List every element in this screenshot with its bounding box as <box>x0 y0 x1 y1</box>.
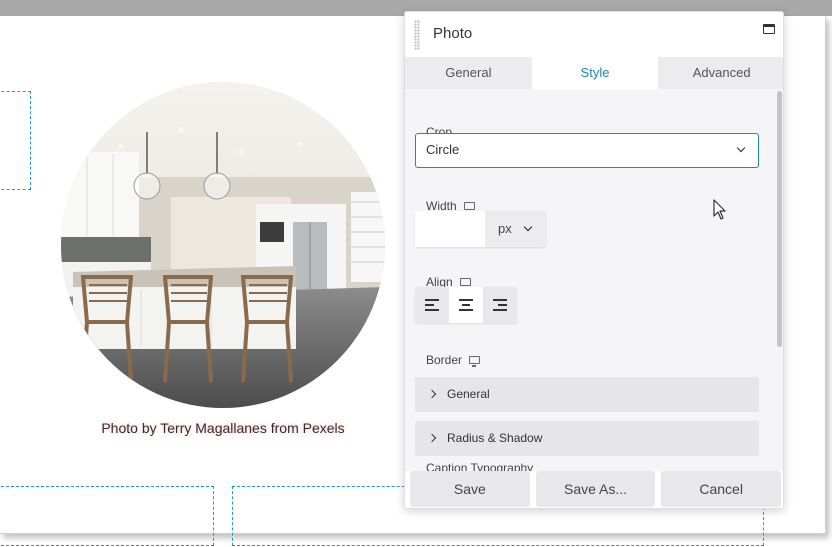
panel-body: Crop Circle Width px Align Border Genera… <box>405 89 783 471</box>
save-as-button[interactable]: Save As... <box>535 471 656 507</box>
crop-select-value: Circle <box>426 142 460 157</box>
tab-style[interactable]: Style <box>531 57 659 89</box>
align-button-group <box>415 287 517 323</box>
width-unit-value: px <box>498 221 512 236</box>
crop-select[interactable]: Circle <box>415 133 759 168</box>
kitchen-photo-illustration <box>61 82 385 408</box>
border-label: Border <box>426 353 463 367</box>
module-outline-bottom-left[interactable] <box>0 486 214 546</box>
module-outline-left[interactable] <box>0 91 31 190</box>
chevron-down-icon <box>523 222 533 232</box>
tab-advanced[interactable]: Advanced <box>658 57 783 89</box>
panel-title: Photo <box>433 25 473 42</box>
photo-caption: Photo by Terry Magallanes from Pexels <box>101 420 345 436</box>
section-radius-shadow[interactable]: Radius & Shadow <box>415 421 759 456</box>
save-button[interactable]: Save <box>410 471 530 507</box>
section-border-general[interactable]: General <box>415 377 759 412</box>
width-control: px <box>415 211 546 247</box>
chevron-down-icon <box>736 143 746 153</box>
tab-general[interactable]: General <box>405 57 532 89</box>
cancel-button[interactable]: Cancel <box>661 471 782 507</box>
width-input[interactable] <box>415 211 485 247</box>
align-left-button[interactable] <box>415 287 449 323</box>
panel-footer: Save Save As... Cancel <box>405 471 783 508</box>
border-label-row: Border <box>426 353 481 367</box>
panel-scrollbar[interactable] <box>777 91 782 347</box>
caption-typography-label: Caption Typography <box>426 461 534 471</box>
align-center-button[interactable] <box>449 287 483 323</box>
kitchen-photo[interactable] <box>61 82 385 408</box>
width-unit-select[interactable]: px <box>485 211 546 247</box>
mouse-cursor-icon <box>713 199 726 220</box>
panel-header[interactable]: Photo <box>405 12 783 57</box>
align-right-button[interactable] <box>483 287 517 323</box>
responsive-monitor-icon[interactable] <box>459 278 471 289</box>
section-label: General <box>447 387 490 401</box>
maximize-icon[interactable] <box>763 24 775 34</box>
section-label: Radius & Shadow <box>447 431 543 445</box>
responsive-monitor-icon[interactable] <box>469 356 481 367</box>
chevron-right-icon <box>427 433 437 443</box>
chevron-right-icon <box>427 389 437 399</box>
panel-tabs: General Style Advanced <box>405 57 783 89</box>
screenshot-stage: Photo by Terry Magallanes from Pexels Ph… <box>0 0 832 547</box>
photo-settings-panel: Photo General Style Advanced Crop Circle… <box>404 11 784 509</box>
drag-handle-icon[interactable] <box>414 20 420 50</box>
responsive-monitor-icon[interactable] <box>463 202 475 213</box>
